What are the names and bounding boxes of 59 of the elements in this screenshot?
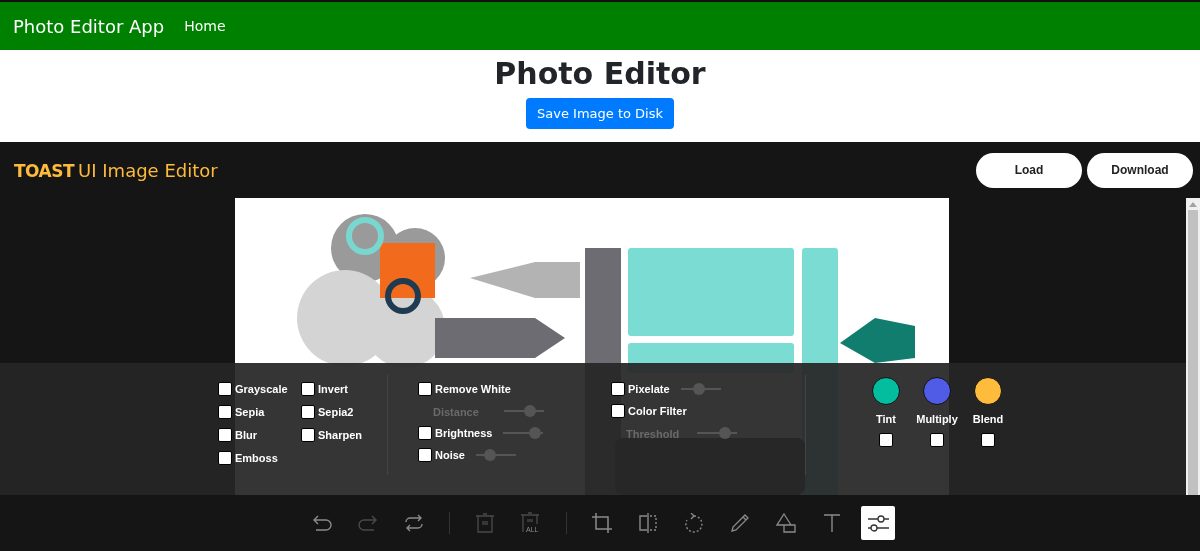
crop-icon: [592, 513, 612, 533]
trash-icon: [475, 513, 495, 533]
checkbox[interactable]: [418, 426, 432, 440]
color-swatch[interactable]: [974, 377, 1002, 405]
filter-label: Pixelate: [628, 383, 670, 395]
checkbox[interactable]: [611, 382, 625, 396]
undo-icon: [312, 515, 332, 531]
nav-link[interactable]: Home: [184, 18, 226, 34]
filter-label: Blur: [235, 429, 257, 441]
logo-mark: TOAST: [14, 160, 75, 181]
filter-label: Tint: [876, 413, 896, 425]
slider[interactable]: [697, 427, 737, 439]
rotate-icon: [684, 513, 704, 533]
filter-label: Brightness: [435, 427, 493, 439]
checkbox[interactable]: [611, 404, 625, 418]
slider[interactable]: [475, 449, 516, 461]
page-title: Photo Editor: [494, 56, 706, 92]
filter-label: Color Filter: [628, 405, 687, 417]
checkbox[interactable]: [981, 433, 995, 447]
color-swatch[interactable]: [872, 377, 900, 405]
filter-label: Multiply: [916, 413, 958, 425]
reset-icon: [404, 514, 424, 532]
filter-label: Emboss: [235, 452, 278, 464]
load-button[interactable]: Load: [976, 152, 1082, 188]
shapes-icon: [776, 513, 796, 533]
flip-icon: [638, 513, 658, 533]
filter-label: Invert: [318, 383, 348, 395]
slider[interactable]: [503, 427, 544, 439]
slider[interactable]: [504, 405, 544, 417]
filter-label: Blend: [972, 413, 1004, 425]
checkbox[interactable]: [301, 428, 315, 442]
color-swatch[interactable]: [923, 377, 951, 405]
text-icon: [823, 513, 841, 533]
checkbox[interactable]: [418, 448, 432, 462]
checkbox[interactable]: [218, 451, 232, 465]
checkbox[interactable]: [218, 382, 232, 396]
slider[interactable]: [680, 383, 721, 395]
checkbox[interactable]: [879, 433, 893, 447]
checkbox[interactable]: [218, 428, 232, 442]
checkbox[interactable]: [301, 405, 315, 419]
filter-label: Sharpen: [318, 429, 362, 441]
checkbox[interactable]: [218, 405, 232, 419]
filter-label: Remove White: [435, 383, 511, 395]
app-brand[interactable]: Photo Editor App: [13, 15, 165, 37]
download-button[interactable]: Download: [1087, 152, 1193, 188]
logo-text: UI Image Editor: [78, 159, 218, 181]
pencil-icon: [730, 513, 750, 533]
redo-icon: [358, 515, 378, 531]
sliders-icon: [867, 513, 889, 533]
filter-label: Sepia2: [318, 406, 354, 418]
checkbox[interactable]: [418, 382, 432, 396]
scrollbar[interactable]: [1186, 198, 1200, 495]
save-button[interactable]: Save Image to Disk: [526, 98, 674, 129]
checkbox[interactable]: [301, 382, 315, 396]
filter-label: Grayscale: [235, 383, 288, 395]
checkbox[interactable]: [930, 433, 944, 447]
filter-label: Sepia: [235, 406, 265, 418]
filter-button[interactable]: [861, 506, 895, 540]
filter-label: Noise: [435, 449, 465, 461]
